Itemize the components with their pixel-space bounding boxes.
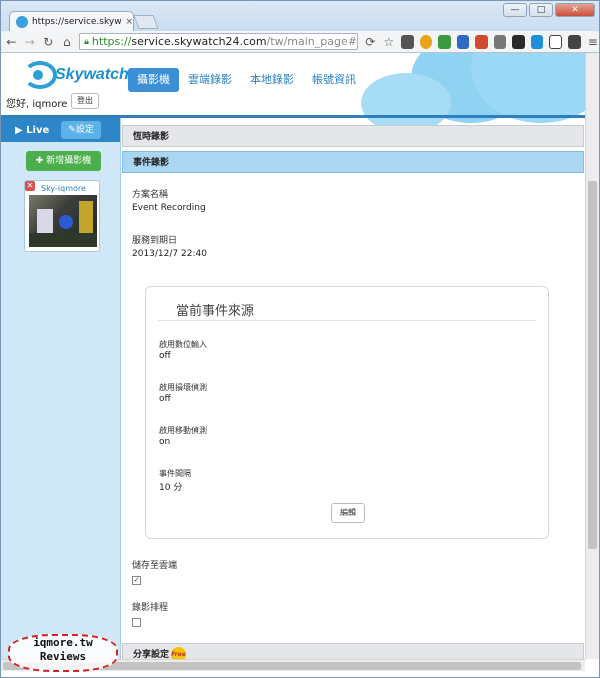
user-greeting: 您好, iqmore: [6, 99, 68, 110]
cloud-storage-checkbox[interactable]: ✓: [132, 576, 141, 585]
back-icon[interactable]: ←: [5, 35, 18, 49]
url-host: service.skywatch24.com: [131, 35, 267, 48]
watermark-line-2: Reviews: [39, 650, 87, 663]
watermark-line-1: iqmore.tw: [33, 636, 93, 649]
edit-button[interactable]: 編輯: [331, 503, 365, 523]
home-icon[interactable]: ⌂: [61, 35, 74, 49]
extension-icon[interactable]: [568, 34, 581, 49]
motion-detection-label: 啟用移動偵測: [159, 426, 207, 435]
browser-window: https://service.skywatch2 × — □ ✕ ← → ↻ …: [0, 0, 600, 678]
tamper-detection-value: off: [159, 394, 171, 404]
thumbnail-detail: [29, 233, 97, 247]
live-tab[interactable]: ▶ Live: [15, 125, 49, 136]
camera-sidebar: ▶ Live ✎設定 ✚ 新增攝影機 ✕ Sky-iqmore: [1, 118, 121, 671]
address-bar[interactable]: 🔒︎ https://service.skywatch24.com/tw/mai…: [79, 33, 358, 50]
url-scheme: https://: [91, 35, 132, 48]
add-camera-button[interactable]: ✚ 新增攝影機: [26, 151, 101, 171]
logo-text: Skywatch: [55, 66, 129, 83]
plan-name-label: 方案名稱: [132, 190, 169, 200]
thumbnail-detail: [37, 209, 53, 235]
tamper-detection-label: 啟用損壞偵測: [159, 383, 207, 392]
cloud-decoration: [361, 73, 451, 133]
digital-input-value: off: [159, 351, 171, 361]
browser-tab[interactable]: https://service.skywatch2 ×: [9, 11, 134, 31]
window-controls: — □ ✕: [503, 3, 595, 17]
event-source-box: 當前事件來源 啟用數位輸入 off 啟用損壞偵測 off 啟用移動偵測 on 事…: [145, 286, 549, 539]
title-bar: https://service.skywatch2 × — □ ✕: [1, 1, 599, 31]
menu-icon[interactable]: ≡: [587, 35, 600, 49]
url-path: /tw/main_page#: [266, 35, 357, 48]
lock-icon: 🔒︎: [84, 36, 89, 47]
extension-icon[interactable]: [456, 34, 470, 49]
thumbnail-detail: [79, 201, 93, 237]
skywatch-logo[interactable]: Skywatch: [23, 61, 129, 89]
thumbnail-detail: [59, 215, 73, 229]
reload-icon[interactable]: ↻: [42, 35, 55, 49]
schedule-label: 錄影排程: [132, 603, 169, 613]
new-tab-button[interactable]: [133, 15, 159, 29]
forward-icon[interactable]: →: [24, 35, 37, 49]
bookmark-star-icon[interactable]: ☆: [382, 35, 395, 49]
nav-local-recording[interactable]: 本地錄影: [241, 68, 303, 92]
extension-icon[interactable]: [401, 34, 414, 49]
settings-content: 恆時錄影 事件錄影 方案名稱 Event Recording 服務到期日 201…: [122, 125, 584, 671]
camera-thumbnail[interactable]: [29, 195, 97, 247]
favicon-icon: [16, 15, 28, 28]
reviews-watermark: iqmore.tw Reviews: [8, 634, 118, 672]
digital-input-label: 啟用數位輸入: [159, 340, 207, 349]
maximize-button[interactable]: □: [529, 3, 553, 17]
main-nav: 攝影機 雲端錄影 本地錄影 帳號資訊: [128, 68, 365, 92]
settings-tab[interactable]: ✎設定: [61, 121, 101, 139]
sidebar-tabs: ▶ Live ✎設定: [1, 118, 120, 142]
plan-name-value: Event Recording: [132, 203, 206, 213]
nav-account[interactable]: 帳號資訊: [303, 68, 365, 92]
logout-button[interactable]: 登出: [71, 93, 99, 109]
extension-icon[interactable]: [493, 34, 507, 49]
nav-cameras[interactable]: 攝影機: [128, 68, 179, 92]
browser-toolbar: ← → ↻ ⌂ 🔒︎ https://service.skywatch24.co…: [1, 31, 599, 53]
cloud-storage-label: 儲存至雲端: [132, 561, 178, 571]
event-source-title: 當前事件來源: [176, 304, 255, 319]
schedule-checkbox[interactable]: [132, 618, 141, 627]
close-window-button[interactable]: ✕: [555, 3, 595, 17]
add-camera-label: 新增攝影機: [46, 156, 92, 166]
extension-icon[interactable]: [475, 34, 488, 49]
event-interval-value: 10 分: [159, 483, 183, 493]
page: Skywatch 攝影機 雲端錄影 本地錄影 帳號資訊 您好, iqmore 登…: [1, 53, 585, 671]
camera-name[interactable]: Sky-iqmore: [41, 184, 86, 193]
tab-close-icon[interactable]: ×: [125, 17, 133, 27]
delete-camera-icon[interactable]: ✕: [25, 181, 35, 191]
box-divider: [158, 320, 536, 321]
expiry-label: 服務到期日: [132, 236, 178, 246]
camera-card[interactable]: ✕ Sky-iqmore: [24, 180, 100, 252]
event-interval-label: 事件間隔: [159, 469, 191, 478]
vertical-scrollbar[interactable]: [585, 53, 599, 659]
extension-icon[interactable]: [419, 34, 433, 49]
tab-title: https://service.skywatch2: [31, 16, 122, 27]
continuous-recording-panel[interactable]: 恆時錄影: [122, 125, 584, 147]
expiry-value: 2013/12/7 22:40: [132, 249, 207, 259]
live-label: Live: [26, 124, 50, 136]
motion-detection-value: on: [159, 437, 171, 447]
vertical-scroll-thumb[interactable]: [588, 181, 597, 549]
extension-icon[interactable]: [438, 34, 451, 49]
settings-label: 設定: [75, 125, 94, 135]
event-recording-panel[interactable]: 事件錄影: [122, 151, 584, 173]
site-header: Skywatch 攝影機 雲端錄影 本地錄影 帳號資訊 您好, iqmore 登…: [1, 53, 585, 133]
sync-icon[interactable]: ⟳: [364, 35, 377, 49]
nav-cloud-recording[interactable]: 雲端錄影: [179, 68, 241, 92]
extension-icon[interactable]: [530, 34, 544, 49]
extension-icon[interactable]: [512, 34, 525, 49]
minimize-button[interactable]: —: [503, 3, 527, 17]
logo-mark-icon: [23, 61, 57, 89]
extension-icon[interactable]: [549, 34, 562, 49]
